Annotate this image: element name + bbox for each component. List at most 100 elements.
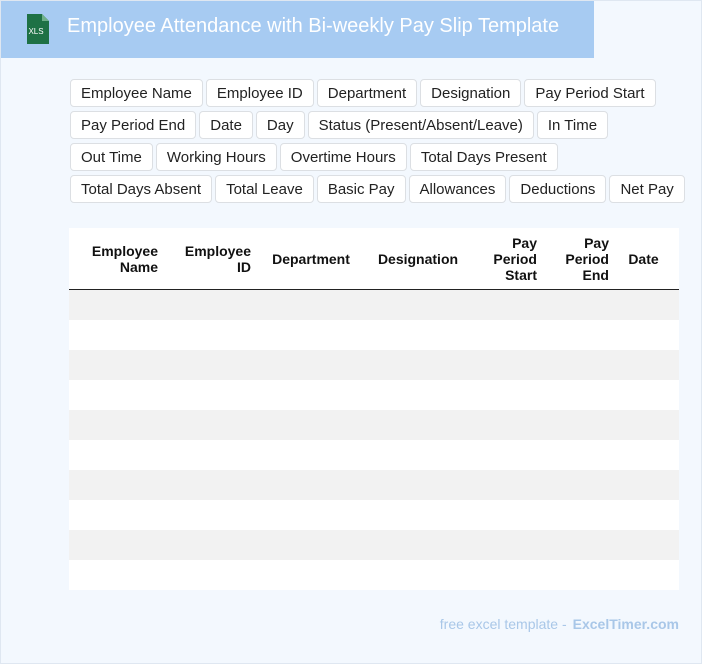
table-cell[interactable] (544, 560, 616, 590)
table-cell[interactable] (671, 380, 679, 410)
table-cell[interactable] (616, 470, 671, 500)
table-cell[interactable] (472, 530, 544, 560)
table-cell[interactable] (258, 440, 364, 470)
table-cell[interactable] (671, 470, 679, 500)
table-cell[interactable] (69, 350, 165, 380)
field-chip[interactable]: Out Time (70, 143, 153, 171)
field-chip[interactable]: Total Days Absent (70, 175, 213, 203)
table-cell[interactable] (671, 530, 679, 560)
table-cell[interactable] (364, 560, 472, 590)
table-cell[interactable] (364, 289, 472, 320)
table-cell[interactable] (165, 289, 258, 320)
table-cell[interactable] (472, 350, 544, 380)
field-chip[interactable]: Basic Pay (316, 175, 406, 203)
table-cell[interactable] (472, 320, 544, 350)
table-cell[interactable] (544, 410, 616, 440)
table-cell[interactable] (472, 410, 544, 440)
table-cell[interactable] (616, 289, 671, 320)
table-cell[interactable] (472, 560, 544, 590)
table-cell[interactable] (544, 320, 616, 350)
table-cell[interactable] (671, 500, 679, 530)
table-cell[interactable] (258, 470, 364, 500)
table-cell[interactable] (472, 500, 544, 530)
table-cell[interactable] (69, 530, 165, 560)
table-cell[interactable] (544, 530, 616, 560)
table-cell[interactable] (544, 500, 616, 530)
table-cell[interactable] (616, 560, 671, 590)
table-cell[interactable] (258, 530, 364, 560)
field-chip[interactable]: In Time (536, 111, 609, 139)
table-cell[interactable] (616, 410, 671, 440)
table-cell[interactable] (165, 440, 258, 470)
field-chip[interactable]: Total Leave (215, 175, 314, 203)
field-chip[interactable]: Date (199, 111, 253, 139)
table-cell[interactable] (544, 350, 616, 380)
table-cell[interactable] (364, 380, 472, 410)
field-chip[interactable]: Employee ID (205, 79, 314, 107)
table-cell[interactable] (544, 380, 616, 410)
field-chip[interactable]: Pay Period End (70, 111, 197, 139)
field-chip[interactable]: Working Hours (155, 143, 277, 171)
table-cell[interactable] (671, 560, 679, 590)
table-cell[interactable] (364, 500, 472, 530)
table-cell[interactable] (544, 289, 616, 320)
table-cell[interactable] (165, 560, 258, 590)
table-cell[interactable] (616, 530, 671, 560)
footer-brand[interactable]: ExcelTimer.com (573, 616, 679, 632)
table-cell[interactable] (69, 410, 165, 440)
table-cell[interactable] (165, 410, 258, 440)
table-cell[interactable] (258, 350, 364, 380)
table-cell[interactable] (69, 380, 165, 410)
table-cell[interactable] (364, 320, 472, 350)
table-cell[interactable] (544, 440, 616, 470)
table-cell[interactable] (258, 289, 364, 320)
table-cell[interactable] (165, 350, 258, 380)
table-cell[interactable] (258, 410, 364, 440)
table-cell[interactable] (69, 289, 165, 320)
table-cell[interactable] (616, 440, 671, 470)
table-cell[interactable] (258, 560, 364, 590)
field-chip[interactable]: Day (255, 111, 305, 139)
table-cell[interactable] (364, 440, 472, 470)
table-cell[interactable] (165, 320, 258, 350)
field-chip[interactable]: Net Pay (609, 175, 685, 203)
table-cell[interactable] (616, 500, 671, 530)
table-cell[interactable] (69, 470, 165, 500)
table-cell[interactable] (258, 380, 364, 410)
field-chip[interactable]: Designation (420, 79, 522, 107)
table-cell[interactable] (472, 440, 544, 470)
table-cell[interactable] (69, 500, 165, 530)
table-cell[interactable] (472, 470, 544, 500)
table-cell[interactable] (671, 289, 679, 320)
table-cell[interactable] (69, 440, 165, 470)
table-cell[interactable] (671, 350, 679, 380)
table-cell[interactable] (671, 410, 679, 440)
table-cell[interactable] (616, 320, 671, 350)
field-chip[interactable]: Overtime Hours (279, 143, 407, 171)
table-cell[interactable] (616, 350, 671, 380)
field-chip[interactable]: Deductions (509, 175, 607, 203)
field-chip[interactable]: Department (316, 79, 418, 107)
field-chip[interactable]: Total Days Present (409, 143, 558, 171)
table-cell[interactable] (616, 380, 671, 410)
table-cell[interactable] (165, 500, 258, 530)
table-cell[interactable] (364, 350, 472, 380)
table-cell[interactable] (364, 410, 472, 440)
field-chip[interactable]: Pay Period Start (524, 79, 656, 107)
table-cell[interactable] (69, 320, 165, 350)
table-cell[interactable] (165, 380, 258, 410)
field-chip[interactable]: Allowances (408, 175, 507, 203)
table-cell[interactable] (544, 470, 616, 500)
field-chip[interactable]: Status (Present/Absent/Leave) (307, 111, 534, 139)
table-cell[interactable] (165, 470, 258, 500)
table-cell[interactable] (364, 470, 472, 500)
table-cell[interactable] (258, 500, 364, 530)
table-cell[interactable] (364, 530, 472, 560)
table-cell[interactable] (472, 380, 544, 410)
table-cell[interactable] (165, 530, 258, 560)
table-cell[interactable] (69, 560, 165, 590)
table-cell[interactable] (472, 289, 544, 320)
table-cell[interactable] (671, 440, 679, 470)
table-cell[interactable] (671, 320, 679, 350)
table-cell[interactable] (258, 320, 364, 350)
